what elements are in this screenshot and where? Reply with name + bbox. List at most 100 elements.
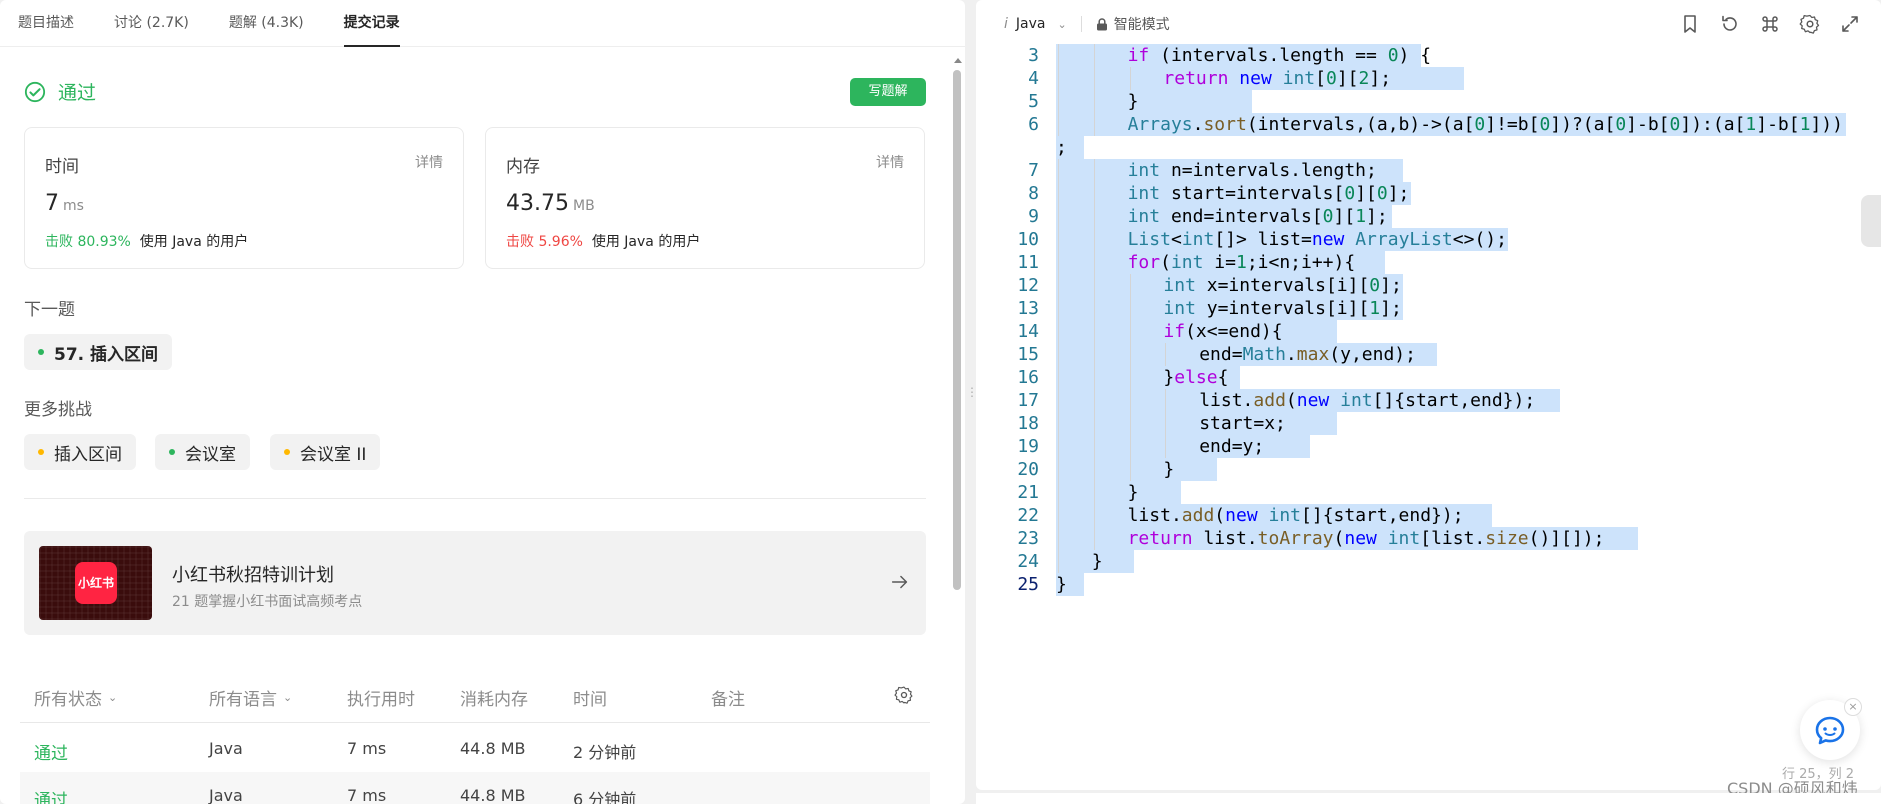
header-language: 所有语言 (209, 690, 277, 710)
row-status[interactable]: 通过 (34, 739, 68, 764)
side-collapse-tab[interactable] (1861, 195, 1881, 247)
code-line[interactable]: ; (976, 136, 1881, 159)
indent-guide (1129, 458, 1131, 481)
code-text: } (1056, 574, 1067, 595)
indent-guide (1058, 435, 1059, 458)
expand-icon[interactable] (1839, 13, 1861, 35)
tab-discussion[interactable]: 讨论 (2.7K) (114, 0, 189, 47)
line-number: 12 (1017, 275, 1039, 296)
filter-language[interactable]: 所有语言 ⌄ (209, 685, 292, 710)
memory-unit: MB (572, 198, 595, 214)
table-row[interactable]: 通过 Java 7 ms 44.8 MB 2 分钟前 (20, 725, 930, 771)
reset-icon[interactable] (1719, 13, 1741, 35)
code-line[interactable]: 25} (976, 573, 1881, 596)
command-icon[interactable] (1759, 13, 1781, 35)
code-line[interactable]: 5} (976, 90, 1881, 113)
code-line[interactable]: 6 Arrays.sort(intervals,(a,b)->(a[0]!=b[0… (976, 113, 1881, 136)
line-number: 22 (1017, 505, 1039, 526)
code-line[interactable]: 14 if(x<=end){ (976, 320, 1881, 343)
settings-icon[interactable] (1799, 13, 1821, 35)
indent-guide (1129, 67, 1131, 90)
panel-resize-handle[interactable]: ⋮ (966, 385, 978, 407)
row-language: Java (209, 739, 243, 758)
write-solution-button[interactable]: 写题解 (850, 78, 926, 106)
code-line[interactable]: 21} (976, 481, 1881, 504)
code-area[interactable]: 3 if (intervals.length == 0) {4 return new… (976, 44, 1881, 714)
difficulty-dot-icon (284, 449, 290, 455)
indent-guide (1093, 297, 1095, 320)
header-memory[interactable]: 消耗内存 (460, 685, 528, 710)
scrollbar-thumb[interactable] (953, 70, 961, 590)
code-line[interactable]: 13 int y=intervals[i][1]; (976, 297, 1881, 320)
code-text: return list.toArray(new int[list.size()]… (1127, 528, 1605, 549)
code-line[interactable]: 10 List<int[]> list=new ArrayList<>(); (976, 228, 1881, 251)
tab-solutions[interactable]: 题解 (4.3K) (229, 0, 304, 47)
code-line[interactable]: 16}else{ (976, 366, 1881, 389)
language-prefix: i (1004, 16, 1008, 32)
challenge-chip-insert-interval[interactable]: 插入区间 (24, 434, 136, 470)
indent-guide (1129, 274, 1131, 297)
code-line[interactable]: 9 int end=intervals[0][1]; (976, 205, 1881, 228)
runtime-label: 时间 (45, 157, 79, 177)
indent-guide (1093, 504, 1095, 527)
indent-guide (1058, 481, 1059, 504)
line-number: 6 (1028, 114, 1039, 135)
code-line[interactable]: 12 int x=intervals[i][0]; (976, 274, 1881, 297)
line-number: 13 (1017, 298, 1039, 319)
chevron-down-icon: ⌄ (283, 691, 293, 704)
scroll-up-arrow-icon[interactable] (954, 58, 962, 63)
code-line[interactable]: 11 for(int i=1;i<n;i++){ (976, 251, 1881, 274)
runtime-beat: 击败 80.93% 使用 Java 的用户 (45, 231, 248, 251)
indent-guide (1058, 320, 1059, 343)
code-line[interactable]: 15 end=Math.max(y,end); (976, 343, 1881, 366)
close-icon[interactable]: × (1844, 698, 1862, 716)
memory-detail-link[interactable]: 详情 (876, 152, 904, 172)
challenge-chip-meeting-rooms[interactable]: 会议室 (155, 434, 250, 470)
submissions-table-header: 所有状态 ⌄ 所有语言 ⌄ 执行用时 消耗内存 时间 备注 (20, 671, 930, 723)
filter-status[interactable]: 所有状态 ⌄ (34, 685, 117, 710)
smart-mode-toggle[interactable]: 智能模式 (1096, 14, 1170, 34)
tab-submissions[interactable]: 提交记录 (343, 0, 400, 47)
row-runtime: 7 ms (347, 739, 387, 758)
indent-guide (1058, 251, 1059, 274)
code-line[interactable]: 19 end=y; (976, 435, 1881, 458)
code-line[interactable]: 20} (976, 458, 1881, 481)
code-line[interactable]: 3 if (intervals.length == 0) { (976, 44, 1881, 67)
lock-icon (1096, 17, 1107, 30)
indent-guide (1093, 90, 1095, 113)
line-number: 18 (1017, 413, 1039, 434)
code-line[interactable]: 17 list.add(new int[]{start,end}); (976, 389, 1881, 412)
tab-description[interactable]: 题目描述 (18, 0, 74, 47)
indent-guide (1058, 458, 1059, 481)
left-scrollbar[interactable] (952, 58, 962, 804)
code-line[interactable]: 24} (976, 550, 1881, 573)
runtime-detail-link[interactable]: 详情 (415, 152, 443, 172)
language-select[interactable]: i Java ⌄ (1004, 16, 1067, 32)
arrow-right-icon[interactable] (889, 571, 911, 593)
gear-icon[interactable] (894, 685, 914, 705)
code-line[interactable]: 7 int n=intervals.length; (976, 159, 1881, 182)
line-number: 8 (1028, 183, 1039, 204)
row-status[interactable]: 通过 (34, 786, 68, 804)
bookmark-icon[interactable] (1679, 13, 1701, 35)
challenge-chip-meeting-rooms-ii[interactable]: 会议室 II (270, 434, 381, 470)
indent-guide (1129, 320, 1131, 343)
indent-guide (1058, 228, 1059, 251)
indent-guide (1129, 297, 1131, 320)
table-row[interactable]: 通过 Java 7 ms 44.8 MB 6 分钟前 (20, 772, 930, 804)
code-line[interactable]: 18 start=x; (976, 412, 1881, 435)
header-runtime[interactable]: 执行用时 (347, 685, 415, 710)
code-line[interactable]: 22 list.add(new int[]{start,end}); (976, 504, 1881, 527)
chevron-down-icon: ⌄ (108, 691, 118, 704)
memory-beat: 击败 5.96% 使用 Java 的用户 (506, 231, 700, 251)
more-challenges-label: 更多挑战 (24, 400, 92, 420)
indent-guide (1093, 481, 1095, 504)
code-line[interactable]: 23 return list.toArray(new int[list.size(… (976, 527, 1881, 550)
promo-banner[interactable]: 小红书 小红书秋招特训计划 21 题掌握小红书面试高频考点 (24, 531, 926, 635)
next-question-chip[interactable]: 57. 插入区间 (24, 334, 173, 370)
indent-guide (1165, 412, 1167, 435)
code-line[interactable]: 8 int start=intervals[0][0]; (976, 182, 1881, 205)
code-line[interactable]: 4 return new int[0][2]; (976, 67, 1881, 90)
code-text: Arrays.sort(intervals,(a,b)->(a[0]!=b[0]… (1127, 114, 1843, 135)
challenge-title: 会议室 (185, 444, 236, 465)
